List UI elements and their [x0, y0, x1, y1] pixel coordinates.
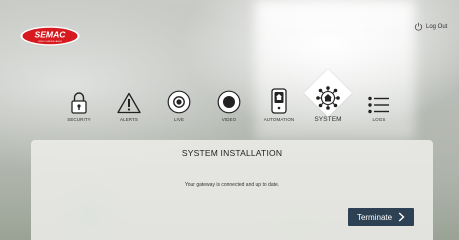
brand-tagline: VIDEO SURVEILLANCE	[38, 40, 63, 43]
panel-title: SYSTEM INSTALLATION	[181, 148, 283, 158]
chevron-right-icon	[398, 212, 405, 222]
logout-button[interactable]: Log Out	[414, 21, 447, 33]
terminate-label: Terminate	[356, 212, 393, 222]
nav-label-system: SYSTEM	[314, 116, 342, 123]
system-installation-panel: SYSTEM INSTALLATION Your gateway is conn…	[31, 140, 433, 240]
nav-label-logs: LOGS	[372, 117, 386, 122]
main-navigation: SECURITY ALERTS LIVE VIDEO AUTOMATION SY…	[0, 68, 459, 138]
status-message: Your gateway is connected and up to date…	[184, 182, 280, 188]
record-icon	[217, 90, 241, 114]
nav-label-automation: AUTOMATION	[263, 117, 295, 122]
terminate-button[interactable]: Terminate	[348, 208, 414, 226]
nav-item-automation[interactable]: AUTOMATION	[251, 78, 307, 122]
home-network-icon	[316, 86, 340, 110]
nav-item-live[interactable]: LIVE	[151, 78, 207, 122]
nav-label-alerts: ALERTS	[119, 117, 139, 122]
nav-item-logs[interactable]: LOGS	[351, 78, 407, 122]
nav-label-video: VIDEO	[221, 117, 237, 122]
semac-logo: SEMAC VIDEO SURVEILLANCE	[19, 25, 81, 47]
nav-item-system[interactable]: SYSTEM	[300, 68, 356, 123]
nav-item-alerts[interactable]: ALERTS	[101, 78, 157, 122]
remote-icon	[271, 88, 287, 114]
power-icon	[414, 22, 423, 33]
logout-label: Log Out	[426, 24, 448, 30]
lock-icon	[71, 92, 87, 114]
list-icon	[368, 96, 389, 114]
live-icon	[167, 90, 191, 114]
warning-icon	[117, 92, 141, 114]
brand-name: SEMAC	[34, 30, 66, 40]
nav-item-video[interactable]: VIDEO	[201, 78, 257, 122]
nav-item-security[interactable]: SECURITY	[51, 78, 107, 122]
nav-label-live: LIVE	[173, 117, 185, 122]
nav-label-security: SECURITY	[67, 117, 91, 122]
